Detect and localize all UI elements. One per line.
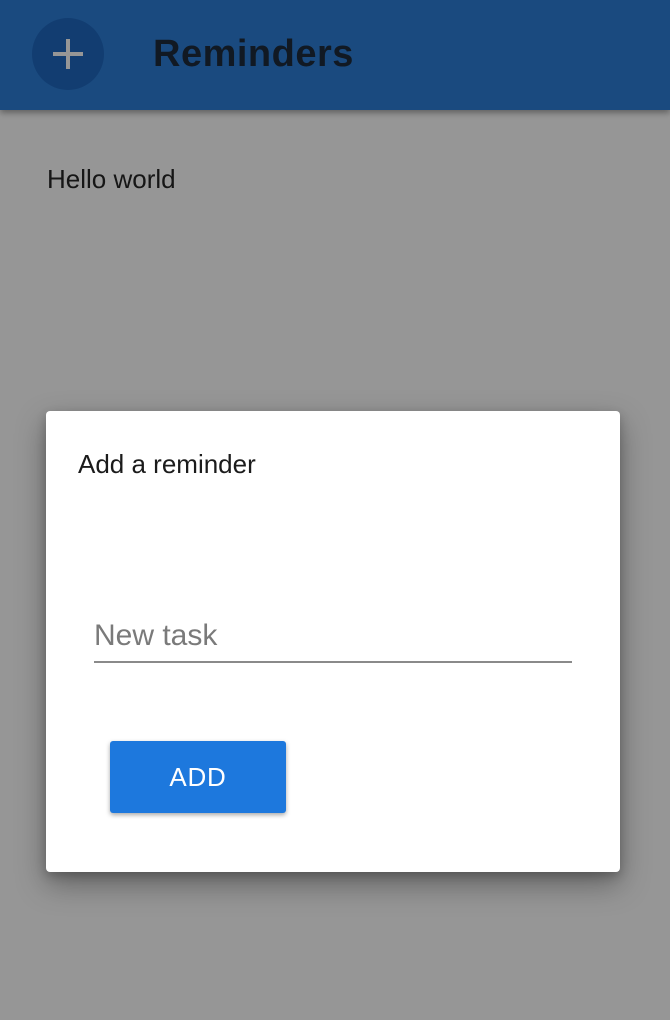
new-task-input[interactable]: [94, 611, 572, 663]
add-button[interactable]: ADD: [110, 741, 286, 813]
dialog-title: Add a reminder: [78, 449, 256, 479]
add-reminder-dialog: Add a reminder ADD: [46, 411, 620, 872]
